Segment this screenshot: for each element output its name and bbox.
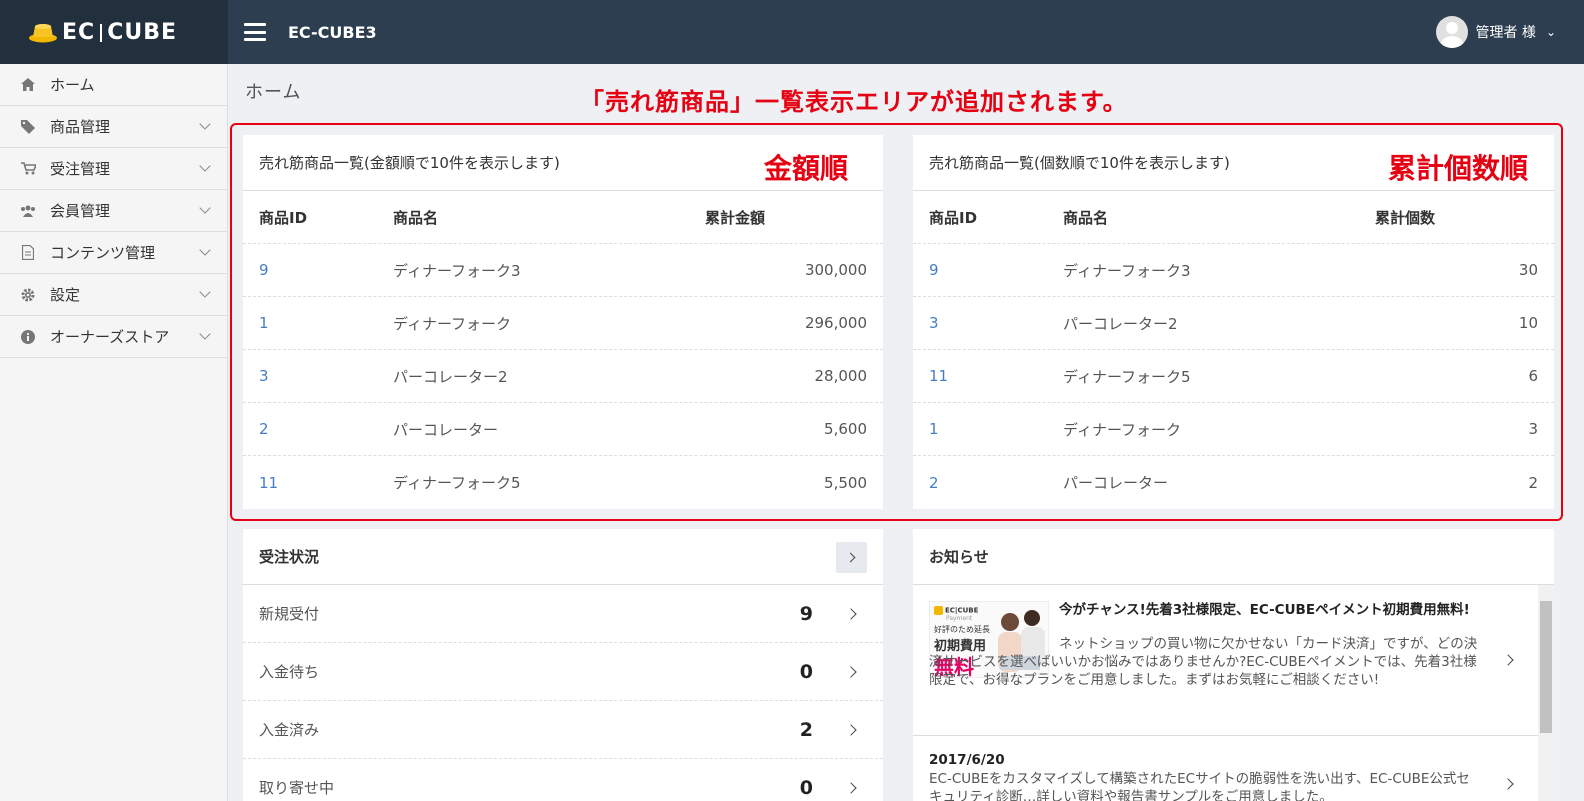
status-label: 入金待ち (259, 663, 320, 681)
user-name: 管理者 様 (1475, 25, 1536, 41)
status-count: 9 (799, 602, 813, 625)
tag-icon (20, 119, 36, 135)
card-title: お知らせ (913, 529, 1554, 585)
scrollbar-thumb[interactable] (1540, 601, 1552, 733)
news-scrollbar[interactable] (1538, 585, 1554, 801)
news-body: ネットショップの買い物に欠かせない「カード決済」ですが、どの決済サービスを選べば… (929, 636, 1478, 688)
chevron-down-icon (199, 244, 211, 256)
card-title-text: お知らせ (929, 548, 989, 566)
chevron-right-icon (845, 607, 857, 620)
sidebar-item-owners-store[interactable]: オーナーズストア (0, 316, 227, 358)
home-icon (20, 77, 36, 93)
chevron-right-icon (845, 665, 857, 678)
breadcrumb: ホーム (245, 82, 302, 103)
cube-logo-icon (29, 24, 57, 43)
chevron-down-icon (199, 118, 211, 130)
chevron-down-icon (199, 160, 211, 172)
sidebar-item-products[interactable]: 商品管理 (0, 106, 227, 148)
gear-icon (20, 287, 36, 303)
status-count: 0 (799, 776, 813, 799)
sidebar-item-label: 受注管理 (50, 160, 111, 178)
sidebar: ホーム 商品管理 受注管理 会員管理 コンテンツ管理 設定 オーナーズストア (0, 64, 228, 801)
card-title: 受注状況 (243, 529, 883, 585)
sidebar-item-label: 会員管理 (50, 202, 111, 220)
file-icon (20, 245, 36, 261)
news-date: 2017/6/20 (929, 752, 1005, 768)
status-label: 新規受付 (259, 605, 320, 623)
announcement-text: 「売れ筋商品」一覧表示エリアが追加されます。 (580, 88, 1128, 116)
menu-toggle-icon[interactable] (244, 23, 266, 41)
chevron-down-icon (199, 328, 211, 340)
order-status-row-pending-payment[interactable]: 入金待ち 0 (243, 643, 883, 701)
chevron-right-icon (845, 723, 857, 736)
chevron-right-icon (845, 552, 855, 563)
sidebar-item-label: ホーム (50, 76, 95, 94)
sidebar-item-label: コンテンツ管理 (50, 244, 156, 262)
news-item[interactable]: EC|CUBE Payment 好評のため延長 初期費用 無料 今がチャンス!先… (913, 585, 1554, 736)
users-icon (20, 203, 36, 219)
logo-text: EC CUBE (62, 19, 177, 45)
news-headline: 今がチャンス!先着3社様限定、EC-CUBEペイメント初期費用無料! (1059, 602, 1470, 618)
chevron-right-icon (1502, 778, 1514, 790)
sidebar-item-home[interactable]: ホーム (0, 64, 227, 106)
news-card: お知らせ EC|CUBE Payment 好評のため延長 初期費用 無料 今がチ… (913, 529, 1554, 801)
user-menu[interactable]: 管理者 様 ⌄ (1436, 16, 1556, 48)
order-list-button[interactable] (836, 542, 867, 573)
banner-tag: 好評のため延長 (934, 625, 990, 634)
news-item[interactable]: 2017/6/20 EC-CUBEをカスタマイズして構築されたECサイトの脆弱性… (913, 736, 1554, 801)
status-count: 0 (799, 660, 813, 683)
banner-brand: EC|CUBE (945, 606, 979, 615)
status-count: 2 (799, 718, 813, 741)
sidebar-item-members[interactable]: 会員管理 (0, 190, 227, 232)
chevron-right-icon (845, 781, 857, 794)
top-header: EC CUBE EC-CUBE3 管理者 様 ⌄ (0, 0, 1584, 64)
sidebar-item-label: 商品管理 (50, 118, 111, 136)
info-icon (20, 329, 36, 345)
logo[interactable]: EC CUBE (0, 0, 228, 64)
order-status-row-backorder[interactable]: 取り寄せ中 0 (243, 759, 883, 801)
sidebar-item-contents[interactable]: コンテンツ管理 (0, 232, 227, 274)
chevron-down-icon: ⌄ (1545, 25, 1556, 39)
sidebar-item-label: オーナーズストア (50, 328, 170, 346)
order-status-row-paid[interactable]: 入金済み 2 (243, 701, 883, 759)
order-status-row-new[interactable]: 新規受付 9 (243, 585, 883, 643)
news-body: EC-CUBEをカスタマイズして構築されたECサイトの脆弱性を洗い出す、EC-C… (929, 771, 1470, 801)
card-title-text: 受注状況 (259, 548, 320, 566)
avatar (1436, 16, 1469, 48)
sidebar-item-label: 設定 (50, 286, 81, 304)
chevron-down-icon (199, 286, 211, 298)
banner-brand-sub: Payment (946, 615, 973, 622)
chevron-right-icon (1502, 654, 1514, 666)
status-label: 取り寄せ中 (259, 779, 335, 797)
sidebar-item-orders[interactable]: 受注管理 (0, 148, 227, 190)
status-label: 入金済み (259, 721, 320, 739)
sidebar-item-settings[interactable]: 設定 (0, 274, 227, 316)
highlight-frame (230, 123, 1563, 521)
shop-name[interactable]: EC-CUBE3 (288, 23, 377, 42)
order-status-card: 受注状況 新規受付 9 入金待ち 0 入金済み 2 取り寄せ中 0 (243, 529, 883, 801)
chevron-down-icon (199, 202, 211, 214)
cart-icon (20, 161, 36, 177)
